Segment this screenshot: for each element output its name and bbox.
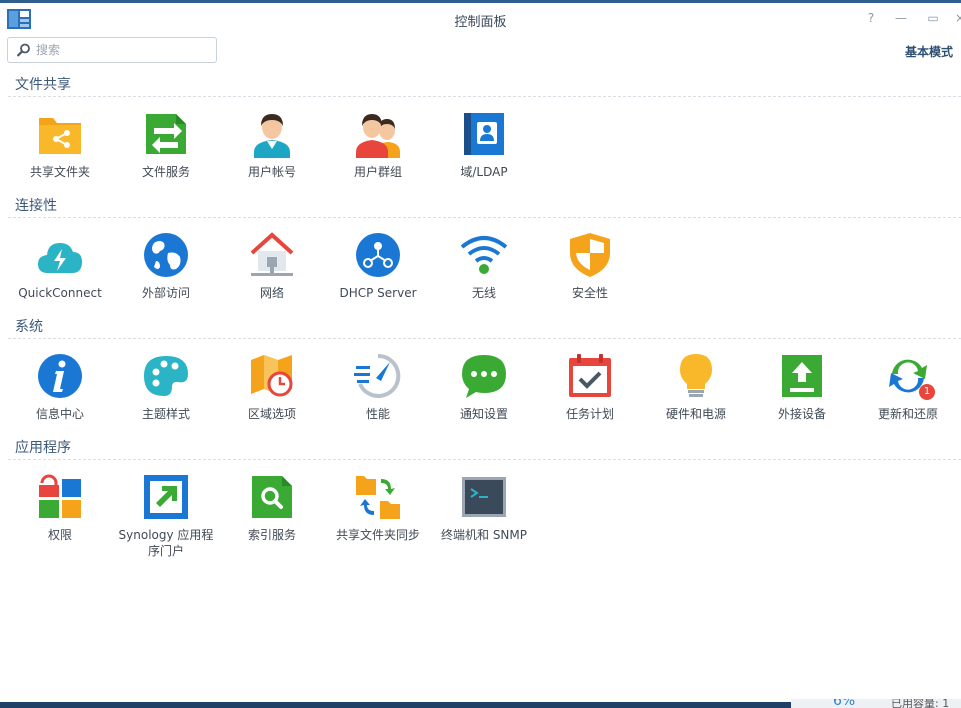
network-icon	[250, 232, 294, 276]
item-label: 性能	[365, 407, 390, 421]
item-label: 信息中心	[35, 407, 84, 421]
task-scheduler-icon	[569, 354, 611, 397]
user-account-icon	[254, 114, 290, 158]
item-user-account[interactable]: 用户帐号	[219, 110, 325, 210]
item-wireless[interactable]: 无线	[431, 231, 537, 331]
item-label: 网络	[259, 286, 284, 300]
item-file-services[interactable]: 文件服务	[113, 110, 219, 210]
item-label: 主题样式	[141, 407, 190, 421]
item-label: 区域选项	[247, 407, 296, 421]
section-title-applications: 应用程序	[15, 440, 71, 456]
domain-ldap-icon	[464, 113, 504, 155]
file-services-icon	[146, 114, 186, 154]
shared-folder-sync-icon	[356, 476, 400, 519]
item-regional-options[interactable]: 区域选项	[219, 352, 325, 452]
section-divider	[8, 217, 961, 218]
item-domain-ldap[interactable]: 域/LDAP	[431, 110, 537, 210]
minimize-button[interactable]: —	[893, 10, 909, 26]
item-label: 索引服务	[247, 528, 296, 542]
item-label: 安全性	[571, 286, 608, 300]
storage-percent: 6%	[833, 699, 856, 708]
item-hardware-power[interactable]: 硬件和电源	[643, 352, 749, 452]
help-button[interactable]: ?	[863, 10, 879, 26]
item-label: 通知设置	[459, 407, 508, 421]
user-group-icon	[356, 114, 400, 158]
item-label: 用户群组	[353, 165, 402, 179]
item-label: 共享文件夹同步	[335, 528, 420, 542]
item-label: 更新和还原	[877, 407, 938, 421]
search-input[interactable]	[36, 41, 206, 59]
external-access-icon	[144, 233, 188, 277]
maximize-button[interactable]: ▭	[925, 10, 941, 26]
section-title-system: 系统	[15, 319, 43, 335]
dhcp-server-icon	[356, 233, 400, 277]
hardware-power-icon	[680, 354, 712, 397]
item-label: 权限	[47, 528, 72, 542]
terminal-snmp-icon	[462, 477, 506, 517]
storage-used-label: 已用容量: 1	[891, 699, 950, 708]
item-label: Synology 应用程序门户	[118, 528, 214, 558]
background-storage-widget: 6% 已用容量: 1	[791, 699, 961, 708]
section-divider	[8, 338, 961, 339]
item-theme[interactable]: 主题样式	[113, 352, 219, 452]
section-title-connectivity: 连接性	[15, 198, 57, 214]
item-label: 域/LDAP	[460, 165, 508, 179]
section-divider	[8, 459, 961, 460]
item-external-access[interactable]: 外部访问	[113, 231, 219, 331]
item-shared-folder-sync[interactable]: 共享文件夹同步	[325, 473, 431, 573]
update-count-badge: 1	[919, 384, 935, 400]
section-title-file-sharing: 文件共享	[15, 77, 71, 93]
item-label: DHCP Server	[339, 286, 417, 300]
close-button[interactable]: ×	[952, 10, 961, 26]
control-panel-window: 控制面板 ? — ▭ × 基本模式 文件共享 共享文件夹	[0, 0, 961, 702]
item-label: 无线	[471, 286, 496, 300]
item-external-devices[interactable]: 外接设备	[749, 352, 855, 452]
toolbar: 基本模式	[0, 35, 961, 67]
item-label: 硬件和电源	[665, 407, 726, 421]
item-notification[interactable]: 通知设置	[431, 352, 537, 452]
item-label: 外部访问	[141, 286, 190, 300]
security-icon	[570, 233, 610, 277]
wireless-icon	[460, 236, 508, 274]
item-label: 用户帐号	[247, 165, 296, 179]
item-dhcp-server[interactable]: DHCP Server	[325, 231, 431, 331]
privileges-icon	[39, 474, 81, 518]
shared-folder-icon	[39, 118, 81, 154]
external-devices-icon	[782, 355, 822, 397]
item-application-portal[interactable]: Synology 应用程序门户	[113, 473, 219, 573]
item-performance[interactable]: 性能	[325, 352, 431, 452]
item-user-group[interactable]: 用户群组	[325, 110, 431, 210]
search-box	[7, 37, 217, 63]
item-terminal-snmp[interactable]: 终端机和 SNMP	[431, 473, 537, 573]
item-label: 任务计划	[565, 407, 614, 421]
search-icon	[17, 43, 30, 57]
item-label: 终端机和 SNMP	[441, 528, 527, 542]
window-title: 控制面板	[454, 15, 507, 30]
item-task-scheduler[interactable]: 任务计划	[537, 352, 643, 452]
application-portal-icon	[144, 475, 188, 519]
item-label: QuickConnect	[18, 286, 102, 300]
title-bar: 控制面板 ? — ▭ ×	[0, 3, 961, 35]
item-update-restore[interactable]: 1 更新和还原	[855, 352, 961, 452]
item-label: 文件服务	[141, 165, 190, 179]
item-security[interactable]: 安全性	[537, 231, 643, 331]
item-privileges[interactable]: 权限	[7, 473, 113, 573]
section-divider	[8, 96, 961, 97]
regional-options-icon	[251, 355, 293, 397]
indexing-service-icon	[252, 476, 292, 518]
theme-icon	[144, 356, 188, 396]
item-label: 外接设备	[777, 407, 826, 421]
item-label: 共享文件夹	[29, 165, 90, 179]
quickconnect-icon	[38, 243, 82, 273]
info-center-icon	[38, 354, 82, 398]
item-indexing-service[interactable]: 索引服务	[219, 473, 325, 573]
notification-icon	[462, 355, 506, 398]
performance-icon	[354, 353, 401, 398]
basic-mode-link[interactable]: 基本模式	[905, 43, 953, 60]
item-network[interactable]: 网络	[219, 231, 325, 331]
